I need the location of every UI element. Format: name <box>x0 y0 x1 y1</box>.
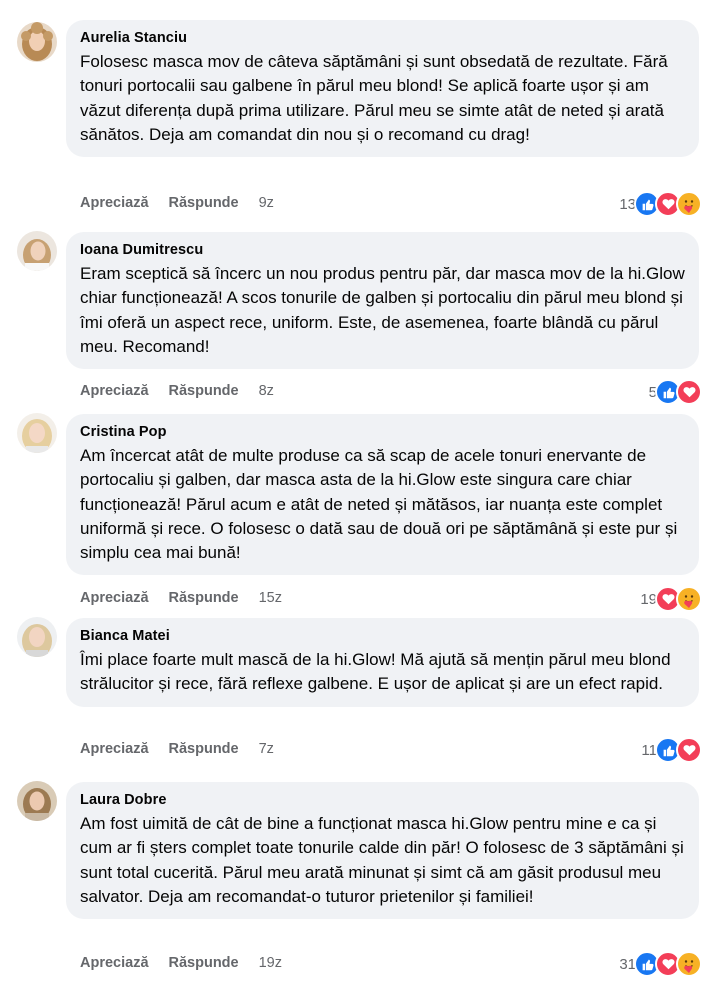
reply-button[interactable]: Răspunde <box>169 195 239 211</box>
comment-author[interactable]: Ioana Dumitrescu <box>80 241 685 259</box>
comment-actions: Apreciază Răspunde 19z <box>80 954 282 972</box>
comment-text: Am fost uimită de cât de bine a funcțion… <box>80 814 684 906</box>
comment-actions: Apreciază Răspunde 9z <box>80 194 274 212</box>
like-button[interactable]: Apreciază <box>80 590 149 606</box>
reply-button[interactable]: Răspunde <box>169 383 239 399</box>
comment-bubble: Aurelia Stanciu Folosesc masca mov de câ… <box>66 20 699 158</box>
care-icon <box>676 191 702 217</box>
comment-bubble: Ioana Dumitrescu Eram sceptică să încerc… <box>66 232 699 370</box>
reply-button[interactable]: Răspunde <box>169 741 239 757</box>
reaction-summary[interactable]: 11 <box>641 737 702 763</box>
reaction-summary[interactable]: 19 <box>640 586 702 612</box>
avatar[interactable] <box>17 617 57 657</box>
comment-author[interactable]: Laura Dobre <box>80 791 685 809</box>
comment-timestamp[interactable]: 19z <box>259 955 282 971</box>
comment-bubble: Laura Dobre Am fost uimită de cât de bin… <box>66 782 699 920</box>
like-button[interactable]: Apreciază <box>80 741 149 757</box>
care-icon <box>676 586 702 612</box>
reaction-summary[interactable]: 13 <box>619 191 702 217</box>
comment-timestamp[interactable]: 9z <box>259 195 274 211</box>
reaction-summary[interactable]: 31 <box>619 951 702 977</box>
comment-text: Folosesc masca mov de câteva săptămâni ș… <box>80 52 668 144</box>
reaction-summary[interactable]: 5 <box>649 379 702 405</box>
love-icon <box>676 737 702 763</box>
comment-bubble: Cristina Pop Am încercat atât de multe p… <box>66 414 699 576</box>
comment-timestamp[interactable]: 8z <box>259 383 274 399</box>
comment-author[interactable]: Cristina Pop <box>80 423 685 441</box>
like-button[interactable]: Apreciază <box>80 955 149 971</box>
reply-button[interactable]: Răspunde <box>169 590 239 606</box>
comment-timestamp[interactable]: 7z <box>259 741 274 757</box>
comment-timestamp[interactable]: 15z <box>259 590 282 606</box>
comment-actions: Apreciază Răspunde 8z <box>80 382 274 400</box>
comment-text: Îmi place foarte mult mască de la hi.Glo… <box>80 650 671 694</box>
avatar[interactable] <box>17 22 57 62</box>
comment-text: Eram sceptică să încerc un nou produs pe… <box>80 264 685 356</box>
avatar[interactable] <box>17 781 57 821</box>
avatar[interactable] <box>17 231 57 271</box>
avatar[interactable] <box>17 413 57 453</box>
comment-author[interactable]: Aurelia Stanciu <box>80 29 685 47</box>
love-icon <box>676 379 702 405</box>
care-icon <box>676 951 702 977</box>
comment-actions: Apreciază Răspunde 15z <box>80 589 282 607</box>
comment-text: Am încercat atât de multe produse ca să … <box>80 446 678 563</box>
like-button[interactable]: Apreciază <box>80 195 149 211</box>
comment-bubble: Bianca Matei Îmi place foarte mult mască… <box>66 618 699 707</box>
comment-actions: Apreciază Răspunde 7z <box>80 740 274 758</box>
comment-author[interactable]: Bianca Matei <box>80 627 685 645</box>
like-button[interactable]: Apreciază <box>80 383 149 399</box>
reply-button[interactable]: Răspunde <box>169 955 239 971</box>
